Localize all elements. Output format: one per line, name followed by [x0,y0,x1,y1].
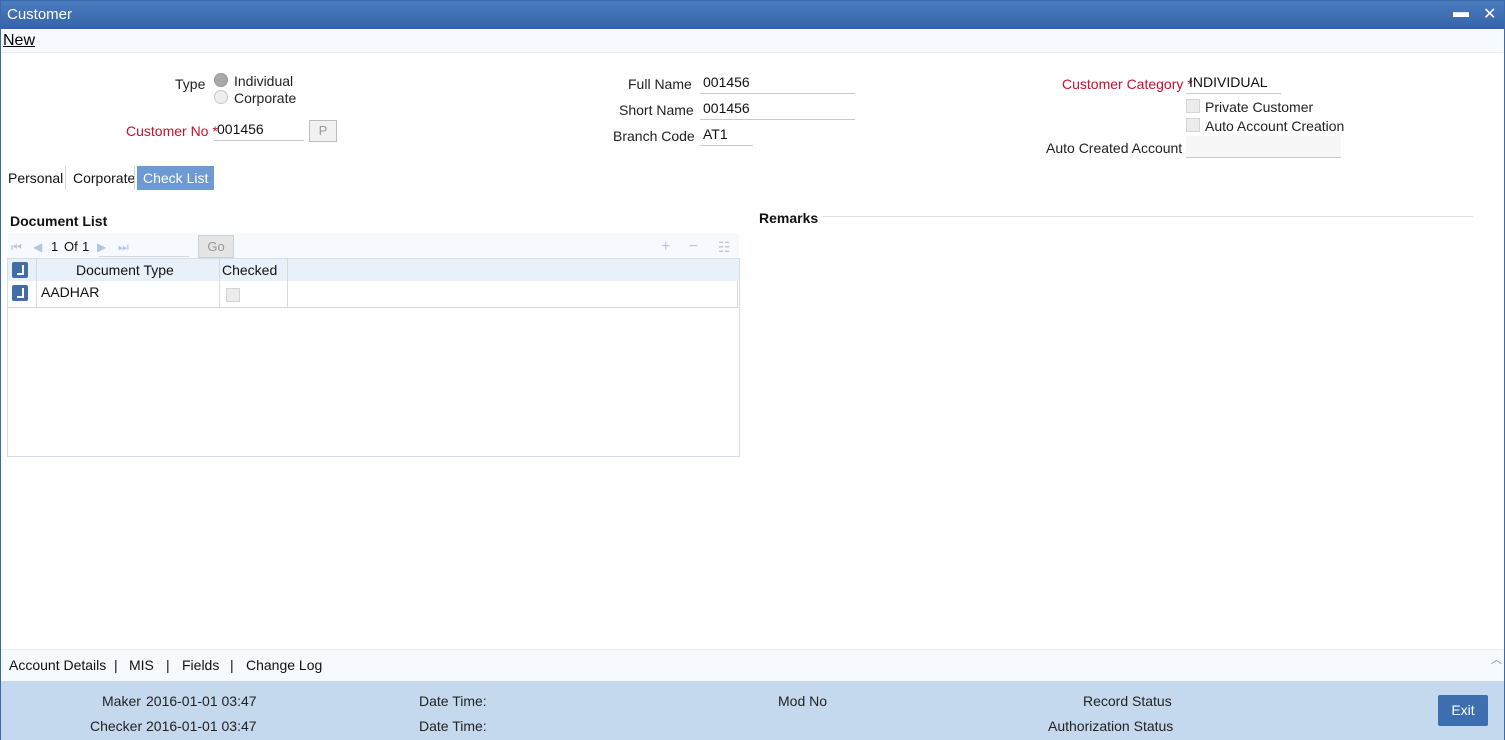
tab-separator [134,166,135,190]
tab-personal[interactable]: Personal [2,166,69,190]
column-separator [287,259,288,281]
new-link[interactable]: New [3,32,35,50]
customer-category-field[interactable]: INDIVIDUAL [1186,72,1281,94]
branch-code-label: Branch Code [613,128,695,144]
customer-no-label: Customer No * [126,123,218,139]
column-separator [36,281,37,307]
p-button[interactable]: P [309,120,337,142]
full-name-field[interactable]: 001456 [700,72,855,94]
link-separator: | [166,657,170,673]
table-row[interactable]: AADHAR [8,281,739,308]
column-separator [219,259,220,281]
checker-label: Checker [90,718,143,734]
checker-value: 2016-01-01 03:47 [146,718,257,734]
customer-window: Customer ▬ ✕ New Type Individual Corpora… [0,0,1505,740]
document-list-grid: Document Type Checked AADHAR [7,258,740,457]
row-select-icon[interactable] [12,285,28,301]
document-list-title: Document List [10,213,108,229]
auto-created-account-label: Auto Created Account [1046,140,1183,156]
grid-header: Document Type Checked [8,259,739,281]
exit-button[interactable]: Exit [1438,695,1488,726]
type-corporate-radio[interactable] [214,90,228,104]
type-individual-radio[interactable] [214,73,228,87]
remarks-divider [823,216,1473,217]
customer-category-label: Customer Category * [1062,76,1193,92]
maker-date-time-label: Date Time: [419,693,487,709]
window-title: Customer [7,6,73,23]
customer-no-label-text: Customer No [126,123,209,139]
auto-created-account-field[interactable] [1186,136,1341,158]
mod-no-label: Mod No [778,693,828,709]
short-name-field[interactable]: 001456 [700,98,855,120]
tab-separator [65,166,66,190]
auto-account-creation-label: Auto Account Creation [1205,118,1345,134]
maker-value: 2016-01-01 03:47 [146,693,257,709]
branch-code-field[interactable]: AT1 [700,124,753,146]
maker-label: Maker [102,693,141,709]
checker-date-time-label: Date Time: [419,718,487,734]
column-separator [36,259,37,281]
pager-total: 1 [82,239,90,254]
remarks-title: Remarks [759,210,819,226]
type-corporate-label: Corporate [234,90,297,106]
type-individual-label: Individual [234,73,294,89]
title-bar: Customer ▬ ✕ [1,1,1504,29]
private-customer-checkbox[interactable] [1186,99,1200,113]
link-separator: | [230,657,234,673]
pager-of: Of [64,239,78,254]
pager-current: 1 [51,239,59,254]
link-separator: | [114,657,118,673]
checked-checkbox[interactable] [226,288,240,302]
mis-link[interactable]: MIS [129,657,154,673]
customer-no-field[interactable]: 001456 [214,119,304,141]
minimize-icon[interactable]: ▬ [1453,4,1469,22]
first-page-icon[interactable]: ⏮ [11,240,22,255]
page-number-input[interactable] [99,235,189,257]
view-list-icon[interactable]: ☷ [718,239,731,256]
auto-account-creation-checkbox[interactable] [1186,118,1200,132]
type-label: Type [175,76,206,92]
change-log-link[interactable]: Change Log [246,657,322,673]
column-checked: Checked [222,262,278,278]
column-separator [219,281,220,307]
column-separator [737,281,738,307]
prev-page-icon[interactable]: ◀ [33,240,42,254]
menu-bar: New [1,29,1504,53]
delete-row-icon[interactable]: − [689,238,698,256]
add-row-icon[interactable]: + [661,238,670,256]
record-status-label: Record Status [1083,693,1172,709]
close-icon[interactable]: ✕ [1483,4,1496,24]
document-type-cell: AADHAR [41,284,100,300]
authorization-status-label: Authorization Status [1048,718,1174,734]
fields-link[interactable]: Fields [182,657,219,673]
select-all-icon[interactable] [12,262,28,278]
column-separator [287,281,288,307]
short-name-label: Short Name [619,102,694,118]
tab-corporate[interactable]: Corporate [67,166,141,190]
go-button[interactable]: Go [198,235,234,258]
customer-category-label-text: Customer Category [1062,76,1184,92]
private-customer-label: Private Customer [1205,99,1314,115]
column-document-type: Document Type [76,262,174,278]
footer-links-bar: Account Details | MIS | Fields | Change … [1,649,1504,681]
tab-check-list[interactable]: Check List [137,166,215,190]
collapse-up-icon[interactable]: ︿ [1491,651,1502,667]
account-details-link[interactable]: Account Details [9,657,106,673]
full-name-label: Full Name [628,76,692,92]
